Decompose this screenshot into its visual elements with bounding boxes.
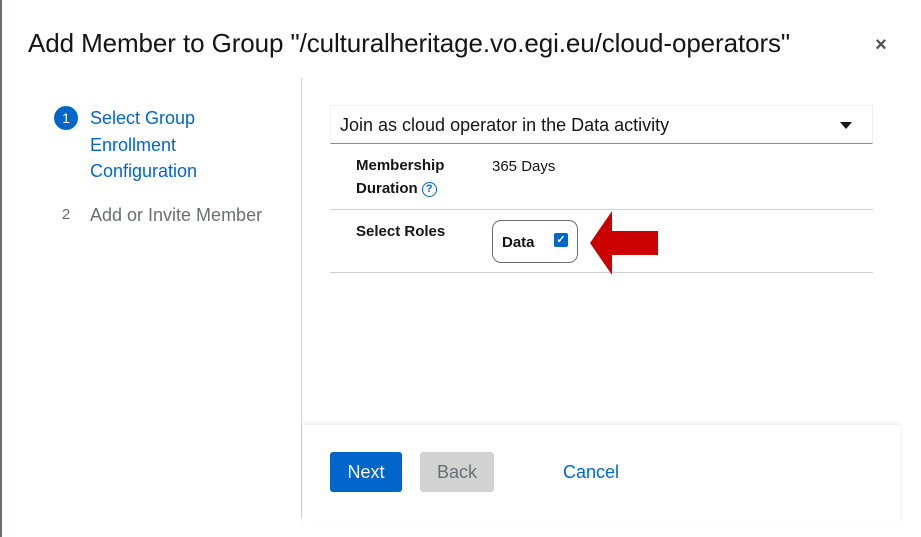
select-value: Join as cloud operator in the Data activ… [340, 115, 670, 135]
back-button[interactable]: Back [420, 452, 494, 492]
role-label: Data [502, 234, 535, 251]
membership-duration-label: Membership Duration? [356, 157, 445, 197]
membership-duration-row: Membership Duration? 365 Days [330, 145, 873, 210]
step-number: 2 [61, 206, 71, 223]
wizard-step-select-config[interactable]: 1 Select Group Enrollment Configuration [54, 106, 260, 185]
step-label: Add or Invite Member [90, 205, 263, 225]
select-roles-label: Select Roles [356, 223, 446, 240]
role-checkbox[interactable]: ✓ [554, 233, 568, 247]
wizard-footer: Next Back Cancel [303, 425, 900, 525]
modal-title: Add Member to Group "/culturalheritage.v… [28, 28, 791, 58]
step-number-badge: 1 [54, 106, 78, 130]
left-arrow-icon [590, 211, 658, 275]
close-icon[interactable]: × [870, 34, 892, 56]
wizard-step-add-member[interactable]: 2 Add or Invite Member [54, 203, 262, 227]
caret-down-icon [840, 122, 852, 129]
next-button[interactable]: Next [330, 452, 402, 492]
membership-duration-value: 365 Days [492, 158, 556, 175]
wizard-nav: 1 Select Group Enrollment Configuration … [0, 78, 302, 518]
step-label: Select Group Enrollment Configuration [90, 108, 198, 181]
question-circle-icon[interactable]: ? [421, 182, 437, 197]
cancel-button[interactable]: Cancel [553, 452, 629, 492]
enrollment-config-select[interactable]: Join as cloud operator in the Data activ… [330, 105, 873, 144]
role-chip-data[interactable]: Data ✓ [492, 220, 578, 263]
